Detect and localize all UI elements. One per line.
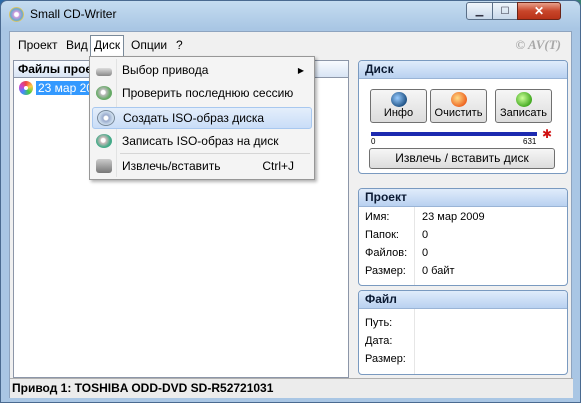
field-key: Путь: — [365, 317, 393, 329]
eject-insert-button[interactable]: Извлечь / вставить диск — [369, 148, 555, 169]
clear-button-label: Очистить — [434, 107, 483, 119]
field-key: Дата: — [365, 335, 393, 347]
field-value: 23 мар 2009 — [422, 211, 485, 223]
field-value: 0 — [422, 247, 429, 259]
file-group: Файл Путь: Дата: Размер: — [358, 290, 568, 375]
menu-item-label: Проверить последнюю сессию — [122, 86, 294, 100]
field-key: Размер: — [365, 353, 406, 365]
write-button-label: Записать — [499, 107, 547, 119]
field-key: Размер: — [365, 265, 406, 277]
field-value: 0 байт — [422, 265, 455, 277]
capacity-min: 0 — [371, 137, 376, 146]
field-key: Папок: — [365, 229, 399, 241]
close-icon: ✕ — [533, 4, 545, 18]
menu-item-label: Выбор привода — [122, 63, 209, 77]
menu-item-label: Извлечь/вставить — [122, 159, 221, 173]
menu-item-label: Записать ISO-образ на диск — [122, 134, 279, 148]
capacity-bar — [371, 132, 537, 136]
menu-item-burn-iso[interactable]: Записать ISO-образ на диск — [92, 130, 312, 152]
app-window: Small CD-Writer ▁ ☐ ✕ Проект Вид Диск Оп… — [0, 0, 581, 403]
menu-project[interactable]: Проект — [15, 36, 61, 54]
burn-iso-icon — [96, 134, 112, 148]
disk-group: Диск Инфо Очистить Записать ✱ 0 631 Извл… — [358, 60, 568, 174]
menu-separator — [120, 153, 310, 154]
field-key: Имя: — [365, 211, 390, 223]
info-button-label: Инфо — [383, 107, 414, 119]
check-session-icon — [96, 86, 112, 100]
menu-item-create-iso[interactable]: Создать ISO-образ диска — [92, 107, 312, 129]
disc-icon — [19, 81, 33, 95]
menu-item-check-session[interactable]: Проверить последнюю сессию — [92, 82, 312, 104]
info-icon — [390, 92, 407, 107]
title-bar[interactable]: Small CD-Writer ▁ ☐ ✕ — [1, 1, 580, 29]
project-group: Проект Имя: 23 мар 2009 Папок: 0 Файлов:… — [358, 188, 568, 286]
copyright-label: © AV(T) — [515, 37, 561, 52]
menu-item-eject[interactable]: Извлечь/вставить Ctrl+J — [92, 155, 312, 177]
menu-item-select-drive[interactable]: Выбор привода ▶ — [92, 59, 312, 81]
menu-view[interactable]: Вид — [63, 36, 91, 54]
clear-button[interactable]: Очистить — [430, 89, 487, 123]
project-group-title: Проект — [359, 189, 567, 207]
info-button[interactable]: Инфо — [370, 89, 427, 123]
menu-options[interactable]: Опции — [128, 36, 170, 54]
capacity-max: 631 — [523, 137, 537, 146]
maximize-button[interactable]: ☐ — [492, 2, 518, 20]
menu-help[interactable]: ? — [173, 36, 186, 54]
window-title: Small CD-Writer — [30, 7, 117, 21]
submenu-arrow-icon: ▶ — [297, 65, 304, 75]
eject-icon — [96, 159, 112, 173]
close-button[interactable]: ✕ — [517, 2, 561, 20]
maximize-icon: ☐ — [500, 5, 510, 17]
field-value: 0 — [422, 229, 429, 241]
write-button[interactable]: Записать — [495, 89, 552, 123]
menu-item-label: Создать ISO-образ диска — [123, 111, 265, 125]
iso-disc-icon — [97, 110, 115, 126]
field-key: Файлов: — [365, 247, 408, 259]
menu-item-shortcut: Ctrl+J — [262, 159, 294, 173]
file-group-title: Файл — [359, 291, 567, 309]
minimize-button[interactable]: ▁ — [466, 2, 493, 20]
cd-app-icon — [9, 7, 24, 22]
capacity-marker-icon: ✱ — [542, 127, 553, 141]
write-icon — [515, 92, 532, 107]
disk-group-title: Диск — [359, 61, 567, 79]
minimize-icon: ▁ — [475, 5, 484, 17]
status-bar: Привод 1: TOSHIBA ODD-DVD SD-R52721031 — [10, 378, 573, 398]
clear-icon — [450, 92, 467, 107]
disk-menu-dropdown: Выбор привода ▶ Проверить последнюю сесс… — [89, 56, 315, 180]
menu-bar: Проект Вид Диск Опции ? © AV(T) — [10, 32, 571, 64]
drive-icon — [96, 67, 112, 76]
